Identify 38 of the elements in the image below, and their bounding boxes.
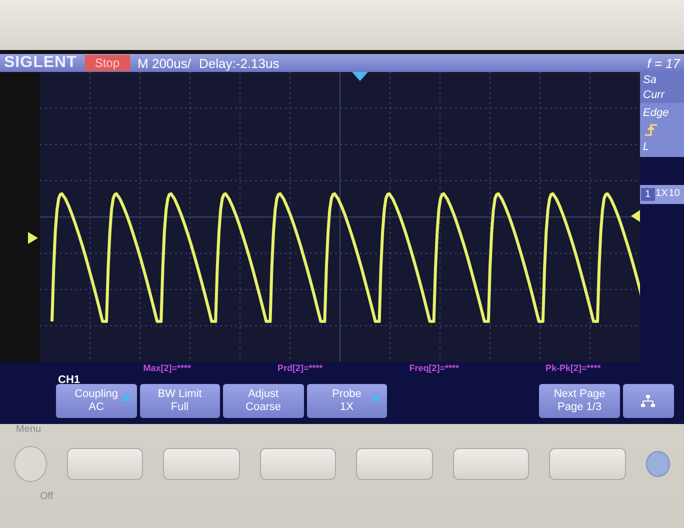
channel-level-icon bbox=[28, 232, 38, 244]
measurement-label: Pk-Pk[2]=**** bbox=[545, 363, 601, 373]
adjust-knob[interactable] bbox=[646, 451, 670, 477]
timebase-label: M 200us/ bbox=[138, 56, 192, 70]
trigger-level-label: L bbox=[643, 141, 650, 153]
menu-softkey[interactable]: BW Limit Full bbox=[140, 384, 220, 418]
measurement-label: Prd[2]=**** bbox=[277, 363, 323, 373]
probe-label: 10 bbox=[668, 188, 680, 201]
run-state-badge: Stop bbox=[84, 55, 130, 71]
power-label: Off bbox=[40, 491, 54, 502]
softkey-button[interactable] bbox=[260, 448, 336, 480]
menu-label: Menu bbox=[16, 424, 42, 435]
arrow-icon bbox=[120, 393, 131, 401]
brand-logo: SIGLENT bbox=[4, 54, 77, 72]
acquire-label: Sa bbox=[643, 74, 658, 86]
menu-softkey[interactable]: Probe 1X bbox=[306, 384, 387, 418]
channel-number: 1 bbox=[641, 188, 655, 201]
menu-softkey[interactable]: Adjust Coarse bbox=[223, 384, 304, 418]
measurement-label: Max[2]=**** bbox=[143, 363, 192, 373]
measurement-label: Freq[2]=**** bbox=[409, 363, 460, 373]
delay-label: Delay:-2.13us bbox=[199, 56, 280, 70]
menu-softkey[interactable]: Next Page Page 1/3 bbox=[539, 384, 620, 418]
network-softkey[interactable] bbox=[622, 384, 674, 418]
softkey-button[interactable] bbox=[356, 448, 433, 480]
menu-softkey[interactable]: Coupling AC bbox=[56, 384, 137, 418]
arrow-icon bbox=[370, 393, 381, 401]
acquire-label: Curr bbox=[643, 89, 666, 101]
probe-label: 1X bbox=[656, 188, 668, 201]
softkey-button[interactable] bbox=[452, 448, 530, 480]
channel-label: CH1 bbox=[57, 374, 82, 386]
softkey-button[interactable] bbox=[67, 448, 144, 480]
network-icon bbox=[641, 395, 656, 407]
menu-knob[interactable] bbox=[14, 446, 48, 482]
softkey-button[interactable] bbox=[549, 448, 626, 480]
trigger-type-label: Edge bbox=[643, 107, 670, 119]
frequency-label: f = 17 bbox=[647, 56, 680, 70]
softkey-button[interactable] bbox=[163, 448, 240, 480]
rising-edge-icon bbox=[643, 123, 659, 137]
